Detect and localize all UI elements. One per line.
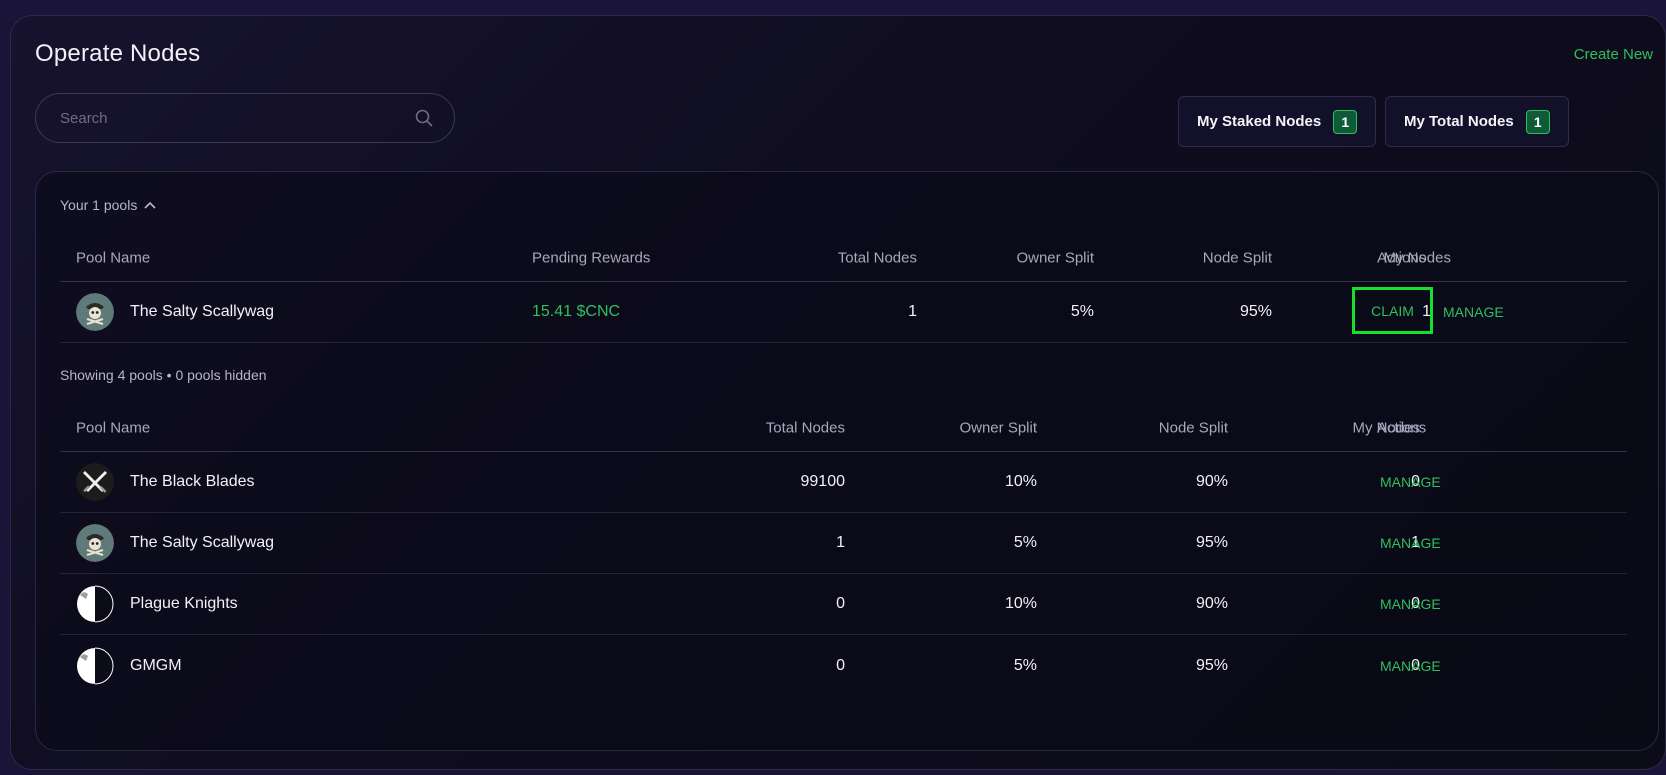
pools-hidden-count: 0 pools hidden [175,367,267,383]
pool-name-cell[interactable]: The Black Blades [76,463,255,501]
table-row: Plague Knights 0 10% 90% 0 MANAGE [60,574,1627,635]
claim-button[interactable]: CLAIM [1371,303,1414,319]
pirate-skull-icon [76,293,114,331]
manage-button[interactable]: MANAGE [1380,474,1441,490]
column-header-pending-rewards: Pending Rewards [532,249,651,266]
manage-button[interactable]: MANAGE [1380,535,1441,551]
claim-highlight-box: CLAIM [1352,287,1433,334]
column-header-pool-name: Pool Name [76,419,151,436]
create-new-link[interactable]: Create New [1574,46,1653,63]
all-pools-header-row: Pool Name Total Nodes Owner Split Node S… [60,404,1627,452]
column-header-owner-split: Owner Split [959,419,1037,436]
pending-rewards-value: 15.41 $CNC [532,303,621,320]
total-nodes-value: 1 [908,303,917,320]
owner-split-value: 10% [1004,595,1037,612]
total-nodes-value: 1 [836,534,845,551]
pool-name-cell[interactable]: Plague Knights [76,585,238,623]
manage-button[interactable]: MANAGE [1380,596,1441,612]
column-header-actions: Actions [1377,249,1427,266]
your-pools-toggle-label: Your 1 pools [60,197,138,213]
my-staked-nodes-count: 1 [1333,109,1358,134]
pool-name-text: The Salty Scallywag [130,303,275,320]
total-nodes-value: 99100 [800,473,846,490]
table-row: The Black Blades 99100 10% 90% 0 MANAGE [60,452,1627,513]
column-header-pool-name: Pool Name [76,249,151,266]
pool-name-cell[interactable]: The Salty Scallywag [76,293,274,331]
search-icon[interactable] [414,108,434,128]
search-input[interactable] [60,109,414,127]
column-header-owner-split: Owner Split [1016,249,1094,266]
column-header-node-split: Node Split [1202,249,1272,266]
manage-button[interactable]: MANAGE [1443,304,1504,320]
crossed-swords-icon [76,463,114,501]
your-pools-toggle[interactable]: Your 1 pools [60,197,157,213]
table-row: The Salty Scallywag 15.41 $CNC 1 5% 95% … [60,282,1627,343]
owner-split-value: 5% [1013,656,1037,674]
column-header-total-nodes: Total Nodes [765,419,845,436]
node-split-value: 95% [1195,534,1228,551]
pools-summary: Showing 4 pools • 0 pools hidden [60,367,267,383]
node-split-value: 95% [1195,656,1228,674]
table-row: The Salty Scallywag 1 5% 95% 1 MANAGE [60,513,1627,574]
pools-panel: Your 1 pools Pool Name Pending Rewards T… [35,171,1659,751]
owner-split-value: 5% [1070,303,1094,320]
your-pools-table: Pool Name Pending Rewards Total Nodes Ow… [60,234,1627,343]
pool-name-text: Plague Knights [130,595,238,612]
operate-nodes-page: Operate Nodes Create New My Staked Nodes… [10,15,1666,770]
owner-split-value: 10% [1004,473,1037,490]
manage-button[interactable]: MANAGE [1380,658,1441,674]
owner-split-value: 5% [1013,534,1037,551]
pool-name-text: The Salty Scallywag [130,534,275,551]
pirate-skull-icon [76,524,114,562]
chevron-up-icon [144,201,156,209]
search-box [35,93,455,143]
pool-name-cell[interactable]: GMGM [76,646,182,685]
my-staked-nodes-label: My Staked Nodes [1197,113,1322,130]
total-nodes-value: 0 [836,656,845,674]
broken-image-icon [76,585,114,623]
column-header-node-split: Node Split [1158,419,1228,436]
table-row: GMGM 0 5% 95% 0 MANAGE [60,635,1627,696]
all-pools-table: Pool Name Total Nodes Owner Split Node S… [60,404,1627,696]
your-pools-header-row: Pool Name Pending Rewards Total Nodes Ow… [60,234,1627,282]
pool-name-text: The Black Blades [130,473,255,490]
node-split-value: 90% [1195,595,1228,612]
my-total-nodes-label: My Total Nodes [1404,113,1514,130]
my-staked-nodes-button[interactable]: My Staked Nodes 1 [1178,96,1377,147]
node-split-value: 95% [1239,303,1272,320]
pool-name-cell[interactable]: The Salty Scallywag [76,524,274,562]
column-header-actions: Actions [1377,419,1427,436]
my-total-nodes-button[interactable]: My Total Nodes 1 [1385,96,1569,147]
my-total-nodes-count: 1 [1525,109,1550,134]
broken-image-icon [76,646,114,685]
node-split-value: 90% [1195,473,1228,490]
total-nodes-value: 0 [836,595,845,612]
column-header-total-nodes: Total Nodes [837,249,917,266]
pools-showing-count: Showing 4 pools [60,367,163,383]
page-title: Operate Nodes [35,40,201,67]
pool-name-text: GMGM [130,656,182,674]
